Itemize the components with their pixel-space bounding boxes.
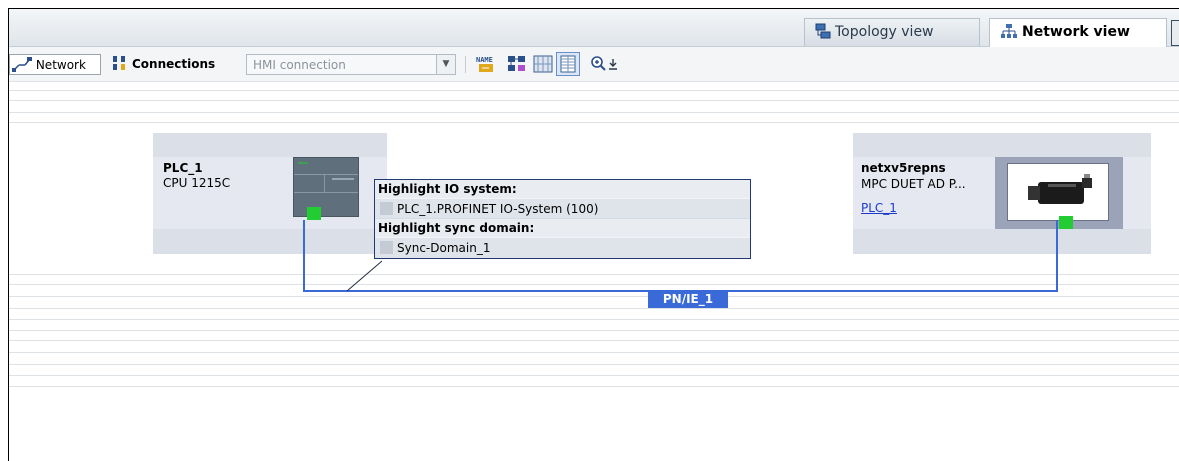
item-marker — [380, 241, 393, 254]
io-system-label: PLC_1.PROFINET IO-System (100) — [397, 202, 599, 216]
io-system-heading: Highlight IO system: — [375, 180, 750, 198]
item-marker — [380, 202, 393, 215]
highlight-tooltip: Highlight IO system: PLC_1.PROFINET IO-S… — [374, 179, 751, 259]
subnet-label[interactable]: PN/IE_1 — [648, 291, 728, 308]
sync-domain-heading: Highlight sync domain: — [375, 219, 750, 237]
network-view-window: Topology view Network view Network Conne… — [8, 8, 1179, 461]
io-system-item[interactable]: PLC_1.PROFINET IO-System (100) — [375, 198, 750, 218]
tooltip-pointer — [346, 260, 383, 292]
sync-domain-label: Sync-Domain_1 — [397, 241, 491, 255]
sync-domain-item[interactable]: Sync-Domain_1 — [375, 237, 750, 258]
